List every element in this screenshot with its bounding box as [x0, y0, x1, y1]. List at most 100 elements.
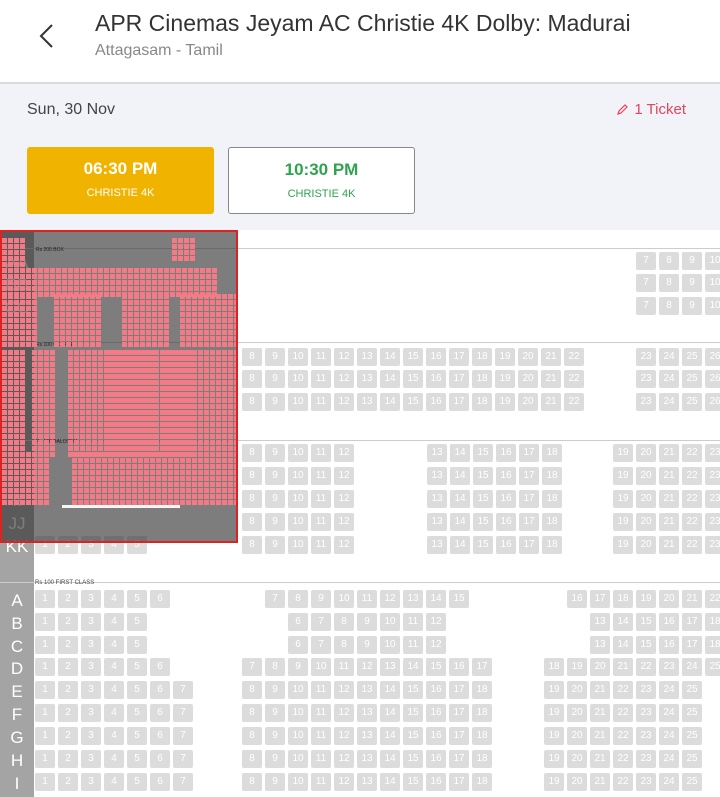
seat[interactable]: 11 [334, 658, 354, 676]
seat[interactable]: 23 [705, 467, 720, 485]
seat[interactable]: 10 [705, 297, 720, 315]
seat[interactable]: 2 [58, 658, 78, 676]
seat[interactable]: 11 [311, 536, 331, 554]
seat[interactable]: 15 [473, 513, 493, 531]
seat[interactable]: 11 [311, 444, 331, 462]
seat[interactable]: 22 [682, 536, 702, 554]
seat[interactable]: 17 [472, 658, 492, 676]
seat[interactable]: 16 [426, 750, 446, 768]
seat[interactable]: 8 [242, 704, 262, 722]
seat[interactable]: 22 [613, 704, 633, 722]
seat[interactable]: 14 [380, 750, 400, 768]
showtime-option[interactable]: 06:30 PM CHRISTIE 4K [27, 147, 214, 214]
seat[interactable]: 23 [636, 773, 656, 791]
seat[interactable]: 22 [613, 727, 633, 745]
seat[interactable]: 9 [265, 393, 285, 411]
seat[interactable]: 1 [35, 704, 55, 722]
seat[interactable]: 21 [682, 590, 702, 608]
seat[interactable]: 5 [127, 704, 147, 722]
seat[interactable]: 8 [334, 613, 354, 631]
seat[interactable]: 12 [334, 393, 354, 411]
seat[interactable]: 21 [541, 348, 561, 366]
seat[interactable]: 10 [288, 536, 308, 554]
seat[interactable]: 13 [590, 636, 610, 654]
seat[interactable]: 18 [542, 467, 562, 485]
seat[interactable]: 26 [705, 370, 720, 388]
seat[interactable]: 1 [35, 727, 55, 745]
seat[interactable]: 23 [705, 513, 720, 531]
seat[interactable]: 8 [659, 297, 679, 315]
seat[interactable]: 17 [449, 681, 469, 699]
seat[interactable]: 15 [403, 348, 423, 366]
seat[interactable]: 19 [544, 773, 564, 791]
seat[interactable]: 7 [265, 590, 285, 608]
seat[interactable]: 9 [265, 370, 285, 388]
seat[interactable]: 6 [150, 773, 170, 791]
seat[interactable]: 10 [288, 370, 308, 388]
seat[interactable]: 19 [613, 467, 633, 485]
seat[interactable]: 14 [380, 704, 400, 722]
seat[interactable]: 19 [544, 681, 564, 699]
seat[interactable]: 6 [288, 636, 308, 654]
seat[interactable]: 18 [705, 636, 720, 654]
seat[interactable]: 18 [472, 750, 492, 768]
seat[interactable]: 11 [403, 636, 423, 654]
seat[interactable]: 8 [242, 393, 262, 411]
seat[interactable]: 19 [567, 658, 587, 676]
seat[interactable]: 21 [659, 444, 679, 462]
seat[interactable]: 19 [613, 513, 633, 531]
seat[interactable]: 20 [567, 773, 587, 791]
seat[interactable]: 7 [242, 658, 262, 676]
seat[interactable]: 10 [288, 444, 308, 462]
seat[interactable]: 10 [334, 590, 354, 608]
seat[interactable]: 13 [427, 467, 447, 485]
seat[interactable]: 11 [311, 393, 331, 411]
seat[interactable]: 13 [357, 727, 377, 745]
seat[interactable]: 7 [173, 773, 193, 791]
seat[interactable]: 23 [636, 704, 656, 722]
seat[interactable]: 24 [659, 750, 679, 768]
seat[interactable]: 16 [426, 681, 446, 699]
seat[interactable]: 23 [636, 727, 656, 745]
seat[interactable]: 23 [636, 393, 656, 411]
seat[interactable]: 6 [150, 658, 170, 676]
seat[interactable]: 25 [682, 704, 702, 722]
seat[interactable]: 23 [659, 658, 679, 676]
seat[interactable]: 16 [426, 727, 446, 745]
seat[interactable]: 13 [357, 773, 377, 791]
seat[interactable]: 14 [426, 590, 446, 608]
seat[interactable]: 17 [682, 636, 702, 654]
seat[interactable]: 18 [472, 773, 492, 791]
seat[interactable]: 25 [682, 727, 702, 745]
seat[interactable]: 10 [288, 348, 308, 366]
seat[interactable]: 14 [450, 467, 470, 485]
seat[interactable]: 12 [334, 513, 354, 531]
seat[interactable]: 6 [150, 750, 170, 768]
seat[interactable]: 14 [450, 444, 470, 462]
seat[interactable]: 1 [35, 590, 55, 608]
seat[interactable]: 2 [58, 727, 78, 745]
seat[interactable]: 20 [567, 727, 587, 745]
seat[interactable]: 15 [449, 590, 469, 608]
seat[interactable]: 17 [449, 393, 469, 411]
seat[interactable]: 12 [357, 658, 377, 676]
seat[interactable]: 20 [567, 704, 587, 722]
seat[interactable]: 11 [311, 773, 331, 791]
seat[interactable]: 23 [636, 681, 656, 699]
seat[interactable]: 15 [403, 704, 423, 722]
seat[interactable]: 19 [544, 704, 564, 722]
seat[interactable]: 10 [288, 750, 308, 768]
seat[interactable]: 23 [705, 444, 720, 462]
seat[interactable]: 3 [81, 681, 101, 699]
seat[interactable]: 18 [472, 681, 492, 699]
seat[interactable]: 2 [58, 613, 78, 631]
seat[interactable]: 16 [496, 536, 516, 554]
seat[interactable]: 7 [173, 704, 193, 722]
seat[interactable]: 19 [613, 490, 633, 508]
seat[interactable]: 12 [334, 348, 354, 366]
seat[interactable]: 16 [426, 704, 446, 722]
seat[interactable]: 24 [659, 727, 679, 745]
seat[interactable]: 8 [242, 681, 262, 699]
seat[interactable]: 4 [104, 750, 124, 768]
seat[interactable]: 10 [288, 393, 308, 411]
